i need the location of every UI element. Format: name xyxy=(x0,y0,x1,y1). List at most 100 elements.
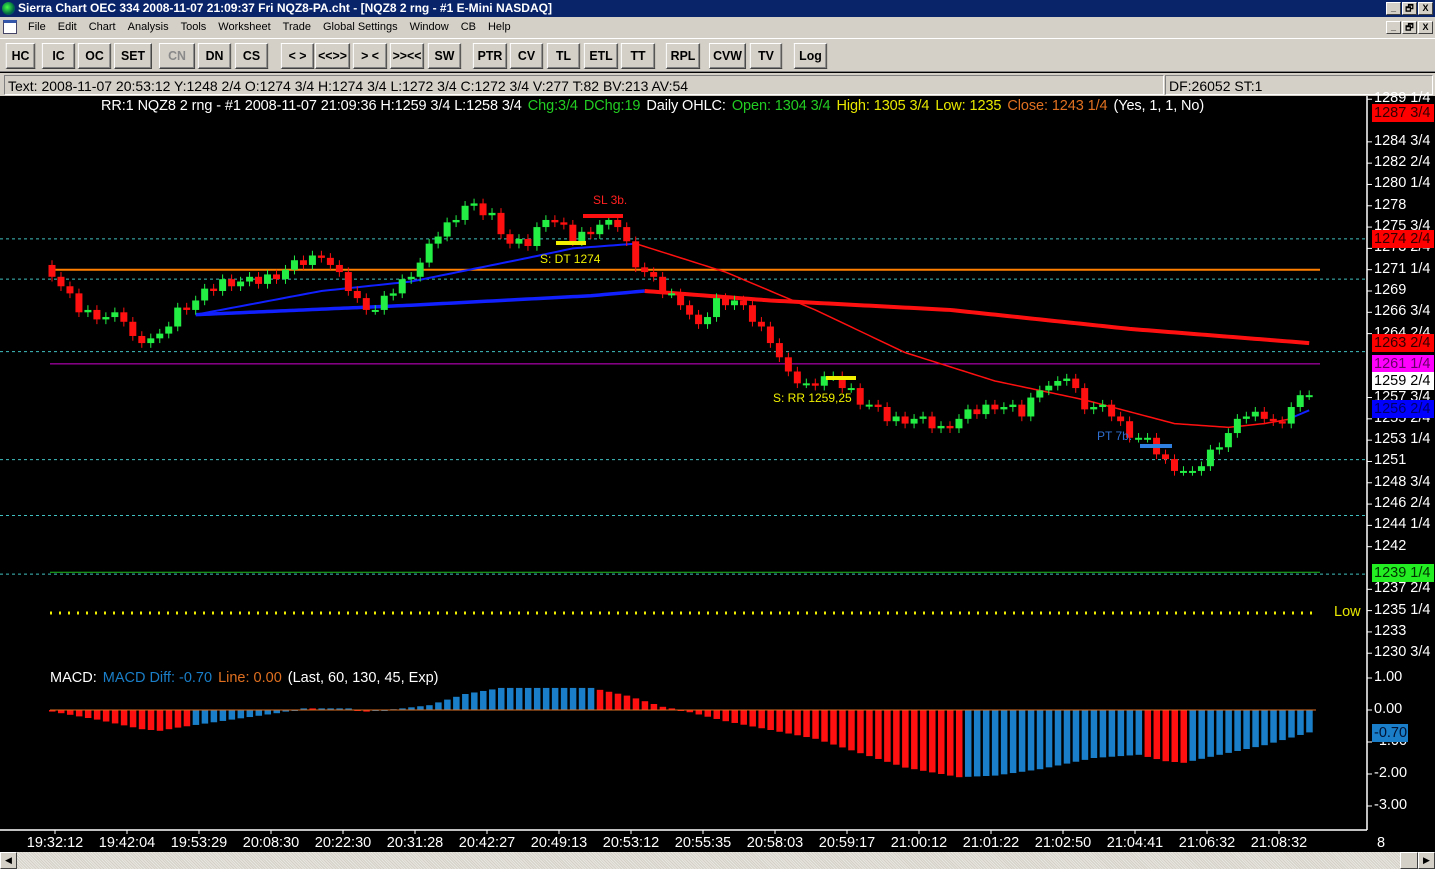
candle-body xyxy=(605,219,613,225)
macd-histogram-bar xyxy=(462,694,469,710)
macd-histogram-bar xyxy=(228,710,236,720)
macd-histogram-bar xyxy=(264,710,272,715)
macd-histogram-bar xyxy=(1234,710,1241,751)
macd-histogram-bar xyxy=(578,687,586,710)
candle-body xyxy=(937,425,945,429)
candle-body xyxy=(587,231,595,235)
candle-body xyxy=(317,255,325,258)
candle-body xyxy=(1278,421,1286,424)
candle-body xyxy=(668,293,676,296)
macd-histogram-bar xyxy=(1117,710,1125,757)
macd-histogram-bar xyxy=(1027,710,1035,771)
candle-body xyxy=(308,255,316,265)
candle-body xyxy=(955,418,963,429)
macd-histogram-bar xyxy=(417,706,424,710)
candle-body xyxy=(533,227,541,247)
candle-body xyxy=(389,293,397,296)
candle-body xyxy=(416,262,424,277)
macd-histogram-bar xyxy=(848,710,855,751)
candle-body xyxy=(1090,407,1098,410)
candle-body xyxy=(946,425,954,429)
scroll-left-arrow-icon[interactable]: ◀ xyxy=(0,852,17,869)
price-marker: 1256 2/4 xyxy=(1372,400,1434,419)
macd-histogram-bar xyxy=(1072,710,1080,762)
macd-histogram-bar xyxy=(66,710,74,715)
price-marker: 1259 2/4 xyxy=(1372,371,1434,390)
macd-histogram-bar xyxy=(506,687,514,710)
macd-histogram-bar xyxy=(1126,710,1134,756)
macd-histogram-bar xyxy=(704,710,712,717)
macd-params: (Last, 60, 130, 45, Exp) xyxy=(287,670,439,686)
macd-histogram-bar xyxy=(1045,710,1053,768)
macd-histogram-bar xyxy=(435,702,442,710)
candle-body xyxy=(1188,470,1196,473)
candle-body xyxy=(1215,447,1223,450)
macd-histogram-bar xyxy=(453,696,460,710)
candle-body xyxy=(883,407,891,422)
macd-histogram-bar xyxy=(201,710,209,724)
candle-body xyxy=(1027,397,1035,417)
price-axis-label: 1284 3/4 xyxy=(1374,132,1431,149)
time-axis-label: 21:01:22 xyxy=(962,835,1020,851)
macd-histogram-bar xyxy=(857,710,864,754)
price-marker: 1287 3/4 xyxy=(1372,104,1434,123)
candle-body xyxy=(497,212,505,235)
chart-header: RR:1 NQZ8 2 rng - #1 2008-11-07 21:09:36… xyxy=(101,98,1210,114)
macd-histogram-bar xyxy=(964,710,972,777)
candle-body xyxy=(479,203,487,216)
macd-histogram-bar xyxy=(560,687,568,710)
candle-body xyxy=(910,418,918,424)
candle-body xyxy=(1081,388,1089,410)
candle-body xyxy=(93,309,101,320)
candle-body xyxy=(1179,470,1187,473)
candle-body xyxy=(102,317,110,320)
candle-body xyxy=(775,343,783,358)
macd-histogram-bar xyxy=(650,704,658,710)
candle-body xyxy=(874,404,882,408)
candle-body xyxy=(237,281,245,287)
macd-histogram-bar xyxy=(165,710,173,730)
macd-histogram-bar xyxy=(982,710,990,776)
time-axis-label: 20:55:35 xyxy=(674,835,732,851)
macd-histogram-bar xyxy=(731,710,738,723)
candle-body xyxy=(443,222,451,237)
scroll-thumb[interactable] xyxy=(1400,852,1418,869)
macd-histogram-bar xyxy=(866,710,873,757)
time-axis-right-label: 8 xyxy=(1376,835,1386,851)
candle-body xyxy=(784,357,792,372)
candle-body xyxy=(686,305,694,315)
macd-histogram-bar xyxy=(821,710,828,742)
candle-body xyxy=(632,241,640,268)
candle-body xyxy=(560,222,568,225)
macd-histogram-bar xyxy=(812,710,819,739)
macd-histogram-bar xyxy=(1000,710,1008,775)
candle-body xyxy=(75,293,83,313)
candle-body xyxy=(713,298,721,318)
candle-body xyxy=(1054,380,1062,386)
macd-histogram-bar xyxy=(632,698,640,710)
time-axis-label: 21:00:12 xyxy=(890,835,948,851)
scroll-right-arrow-icon[interactable]: ▶ xyxy=(1418,852,1435,869)
macd-histogram-bar xyxy=(1153,710,1161,760)
candle-body xyxy=(228,279,236,287)
horizontal-scrollbar[interactable]: ◀ ▶ xyxy=(0,852,1435,869)
price-axis-label: 1244 1/4 xyxy=(1374,516,1431,533)
macd-histogram-bar xyxy=(749,710,756,727)
candle-body xyxy=(470,203,478,206)
candle-body xyxy=(138,335,146,344)
price-axis-label: 1278 xyxy=(1374,196,1407,213)
candle-body xyxy=(748,305,756,322)
moving-average-long-red xyxy=(644,289,1310,346)
macd-histogram-bar xyxy=(767,710,774,730)
price-axis-label: 1235 1/4 xyxy=(1374,601,1431,618)
candle-body xyxy=(524,238,532,247)
macd-histogram-bar xyxy=(911,710,918,770)
macd-histogram-bar xyxy=(902,710,909,768)
macd-histogram-bar xyxy=(722,710,729,722)
candle-body xyxy=(506,234,514,244)
candle-body xyxy=(856,388,864,405)
macd-histogram-bar xyxy=(623,695,631,710)
candle-body xyxy=(165,326,173,334)
macd-histogram-bar xyxy=(1144,710,1152,757)
candle-body xyxy=(246,276,254,282)
